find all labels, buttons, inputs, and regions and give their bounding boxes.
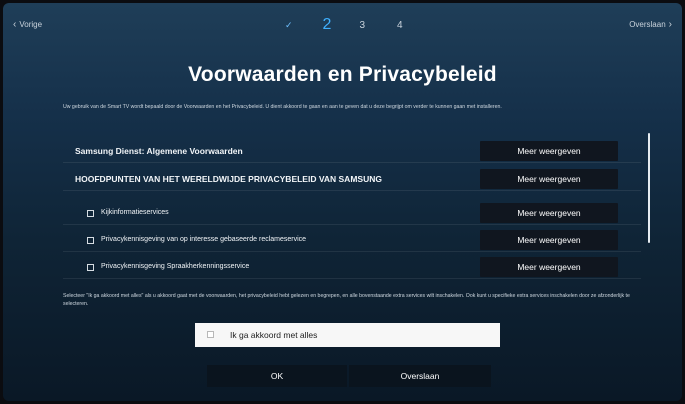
chevron-left-icon: ‹ [13,18,17,30]
terms-row-label: Privacykennisgeving Spraakherkenningsser… [101,263,250,270]
ok-button[interactable]: OK [207,365,347,387]
service-checkbox[interactable] [87,264,94,271]
step-2: 2 [322,16,332,33]
service-checkbox[interactable] [87,210,94,217]
chevron-right-icon: › [668,18,672,30]
terms-row: Privacykennisgeving Spraakherkenningsser… [63,255,641,279]
show-more-button[interactable]: Meer weergeven [480,230,618,250]
back-button[interactable]: ‹ Vorige [13,18,43,30]
terms-row-label: HOOFDPUNTEN VAN HET WERELDWIJDE PRIVACYB… [75,174,382,184]
skip-nav-label: Overslaan [629,20,666,29]
show-more-button[interactable]: Meer weergeven [480,141,618,161]
step-3: 3 [359,19,366,31]
step-4: 4 [397,19,403,31]
step-indicator: ✓ 2 3 4 [285,15,403,35]
show-more-button[interactable]: Meer weergeven [480,257,618,277]
back-label: Vorige [19,20,43,29]
terms-row-label: Samsung Dienst: Algemene Voorwaarden [75,146,243,156]
step-1-check-icon: ✓ [285,19,293,30]
show-more-button[interactable]: Meer weergeven [480,169,618,189]
terms-list: Samsung Dienst: Algemene Voorwaarden Mee… [63,139,641,279]
terms-row: HOOFDPUNTEN VAN HET WERELDWIJDE PRIVACYB… [63,167,641,191]
intro-text: Uw gebruik van de Smart TV wordt bepaald… [63,104,502,110]
agree-all-checkbox[interactable] [207,331,214,338]
terms-row-label: Kijkinformatieservices [101,209,169,216]
show-more-button[interactable]: Meer weergeven [480,203,618,223]
terms-row: Samsung Dienst: Algemene Voorwaarden Mee… [63,139,641,163]
terms-row: Privacykennisgeving van op interesse geb… [63,228,641,252]
page-title: Voorwaarden en Privacybeleid [188,63,497,86]
agree-notice-text: Selecteer "Ik ga akkoord met alles" als … [63,293,630,307]
agree-all-option[interactable]: Ik ga akkoord met alles [195,323,500,347]
terms-row: Kijkinformatieservices Meer weergeven [63,201,641,225]
setup-screen: ‹ Vorige ✓ 2 3 4 Overslaan › Voorwaarden… [3,3,682,401]
tv-bezel: ‹ Vorige ✓ 2 3 4 Overslaan › Voorwaarden… [0,0,685,404]
list-scrollbar[interactable] [648,133,650,243]
skip-button[interactable]: Overslaan [349,365,491,387]
skip-nav-button[interactable]: Overslaan › [629,18,672,30]
agree-all-label: Ik ga akkoord met alles [230,330,318,340]
service-checkbox[interactable] [87,237,94,244]
terms-row-label: Privacykennisgeving van op interesse geb… [101,236,307,243]
